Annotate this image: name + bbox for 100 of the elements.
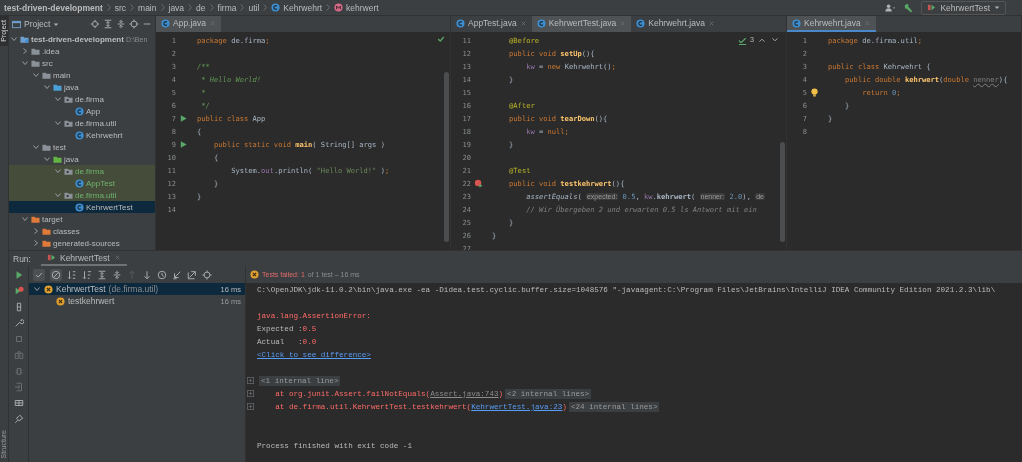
editor-tab[interactable]: Kehrwehrt.java xyxy=(787,16,876,32)
collapse-all-icon[interactable] xyxy=(116,19,126,29)
settings-icon[interactable] xyxy=(129,19,139,29)
panel-title[interactable]: Project xyxy=(24,19,51,29)
method-icon xyxy=(334,3,344,12)
settings-icon[interactable] xyxy=(202,269,212,280)
breadcrumb-item[interactable]: de xyxy=(196,2,206,13)
close-icon[interactable] xyxy=(707,19,715,27)
chevron-icon[interactable] xyxy=(43,83,51,91)
breadcrumb-item[interactable]: java xyxy=(168,2,185,13)
editor-tab[interactable]: Kehrwehrt.java xyxy=(631,16,720,32)
class-icon xyxy=(636,18,646,28)
tree-item[interactable]: de.firma.util xyxy=(9,117,155,129)
tree-item[interactable]: test xyxy=(9,141,155,153)
chevron-icon[interactable] xyxy=(32,143,40,151)
close-icon[interactable] xyxy=(113,254,121,261)
tree-item[interactable]: java xyxy=(9,81,155,93)
breadcrumb-item[interactable]: Kehrwehrt xyxy=(283,2,323,13)
stop-icon[interactable] xyxy=(13,334,24,344)
lightbulb-icon[interactable] xyxy=(810,88,819,97)
chevron-icon[interactable] xyxy=(54,191,62,199)
run-failed-icon[interactable] xyxy=(474,179,483,188)
rerun-failed-icon[interactable] xyxy=(13,286,24,296)
run-icon[interactable] xyxy=(179,114,188,123)
tree-item[interactable]: src xyxy=(9,57,155,69)
run-icon[interactable] xyxy=(179,140,188,149)
tree-item[interactable]: AppTest xyxy=(9,177,155,189)
editor-tab[interactable]: KehrwertTest.java xyxy=(531,16,632,32)
close-icon[interactable] xyxy=(519,19,527,27)
tree-item[interactable]: main xyxy=(9,69,155,81)
chevron-icon[interactable] xyxy=(54,95,62,103)
test-icon xyxy=(46,253,56,262)
show-ignored-icon[interactable] xyxy=(50,268,62,281)
tree-item[interactable]: classes xyxy=(9,225,155,237)
class-icon xyxy=(792,18,801,28)
chevron-icon[interactable] xyxy=(21,59,29,67)
chevron-icon[interactable] xyxy=(21,47,29,55)
class-icon xyxy=(75,178,84,188)
chevron-icon[interactable] xyxy=(21,215,29,223)
tree-item[interactable]: App xyxy=(9,105,155,117)
run-configuration-dropdown[interactable]: KehrwertTest xyxy=(921,0,1006,15)
next-failed-icon[interactable] xyxy=(142,269,152,280)
chevron-icon[interactable] xyxy=(10,35,18,43)
editor-tab[interactable]: AppTest.java xyxy=(451,16,532,32)
breadcrumb-item[interactable]: firma xyxy=(217,2,237,13)
collapse-all-icon[interactable] xyxy=(112,269,122,280)
tree-item[interactable]: de.firma xyxy=(9,93,155,105)
camera-icon[interactable] xyxy=(13,350,24,360)
scrollbar[interactable] xyxy=(780,142,785,242)
chevron-icon[interactable] xyxy=(32,227,40,235)
expand-all-icon[interactable] xyxy=(97,269,107,280)
history-icon[interactable] xyxy=(157,269,167,280)
show-passed-icon[interactable] xyxy=(33,268,45,281)
breadcrumb-separator-icon xyxy=(239,3,246,12)
expand-icon[interactable] xyxy=(247,403,254,410)
chevron-icon[interactable] xyxy=(54,119,62,127)
class-icon xyxy=(75,202,84,212)
chevron-icon[interactable] xyxy=(33,285,41,293)
editor-tab[interactable]: App.java xyxy=(156,16,222,32)
chevron-icon[interactable] xyxy=(54,167,62,175)
sort-alphabetically-icon[interactable] xyxy=(67,269,77,280)
chevron-icon[interactable] xyxy=(32,71,40,79)
breadcrumb-item[interactable]: kehrwert xyxy=(346,2,379,13)
package-icon xyxy=(64,166,73,176)
breadcrumb-item[interactable]: src xyxy=(114,2,127,13)
tree-item[interactable]: java xyxy=(9,153,155,165)
sort-by-duration-icon[interactable] xyxy=(82,269,92,280)
import-icon[interactable] xyxy=(172,269,182,280)
breadcrumb-separator-icon xyxy=(262,3,269,12)
class-icon xyxy=(75,130,84,140)
export-icon[interactable] xyxy=(187,269,197,280)
tree-item[interactable]: generated-sources xyxy=(9,237,155,249)
tree-item[interactable]: de.firma xyxy=(9,165,155,177)
expand-icon[interactable] xyxy=(247,390,254,397)
expand-all-icon[interactable] xyxy=(103,19,113,29)
tree-item[interactable]: .idea xyxy=(9,45,155,57)
test-package: (de.firma.util) xyxy=(108,284,159,294)
wrench-icon[interactable] xyxy=(13,318,24,328)
exit-icon[interactable] xyxy=(13,382,24,392)
checkmark-icon[interactable] xyxy=(437,35,445,43)
locate-icon[interactable] xyxy=(90,19,100,29)
chevron-icon[interactable] xyxy=(32,239,40,247)
breadcrumb-item[interactable]: test-driven-development xyxy=(4,2,103,13)
breadcrumb-item[interactable]: util xyxy=(248,2,260,13)
tree-item[interactable]: KehrwertTest xyxy=(9,201,155,213)
class-icon xyxy=(75,106,84,116)
scrollbar[interactable] xyxy=(444,72,449,242)
chevron-icon[interactable] xyxy=(43,155,51,163)
tree-item[interactable]: target xyxy=(9,213,155,225)
tree-item[interactable]: de.firma.util xyxy=(9,189,155,201)
layout-icon[interactable] xyxy=(13,398,24,408)
user-icon[interactable] xyxy=(885,2,896,13)
package-icon xyxy=(64,94,73,104)
pin-icon[interactable] xyxy=(13,414,24,424)
expand-icon[interactable] xyxy=(247,377,254,384)
tree-item[interactable]: Kehrwehrt xyxy=(9,129,155,141)
checkmark-icon xyxy=(738,35,748,45)
folder-icon xyxy=(20,34,29,44)
breadcrumb-item[interactable]: main xyxy=(138,2,157,13)
hammer-icon[interactable] xyxy=(903,2,914,13)
